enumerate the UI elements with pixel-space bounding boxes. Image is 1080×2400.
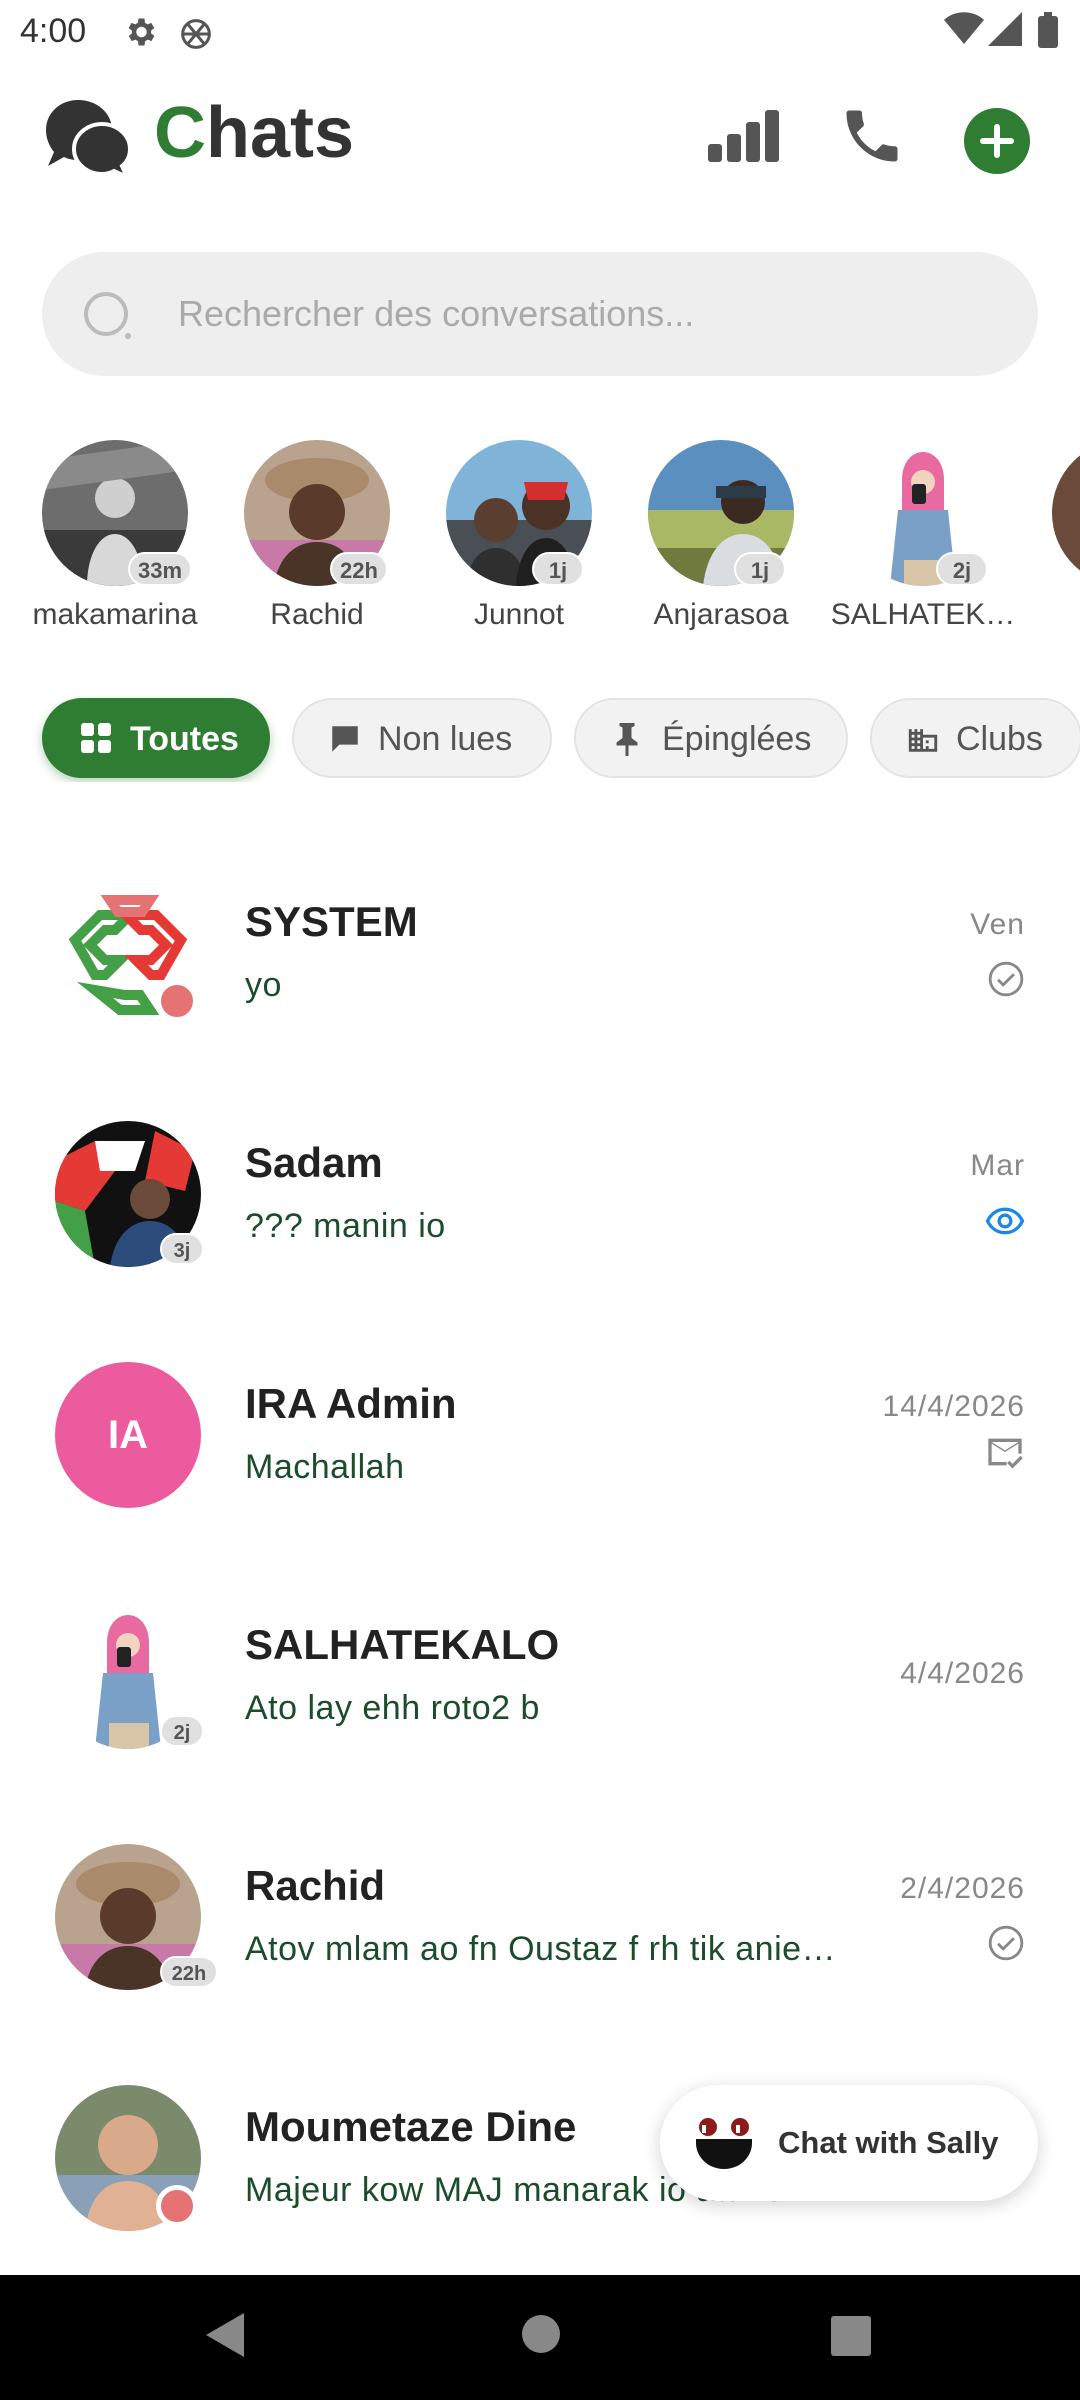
stories-strip[interactable]: 33m makamarina 22h Rachid 1j Junnot 1j A… xyxy=(0,438,1080,638)
chat-name: SYSTEM xyxy=(245,898,418,945)
building-icon xyxy=(906,722,940,765)
chat-last-message: yo xyxy=(245,966,282,1004)
chat-date: 2/4/2026 xyxy=(900,1872,1025,1905)
mail-check-icon xyxy=(985,1432,1025,1477)
story-avatar xyxy=(1052,440,1080,586)
chat-row[interactable]: SYSTEM yo Ven xyxy=(0,830,1080,1071)
cell-signal-icon xyxy=(988,12,1022,51)
chat-date: Ven xyxy=(970,908,1025,941)
chat-date: 14/4/2026 xyxy=(882,1390,1025,1423)
chat-row[interactable]: 3j Sadam ??? manin io Mar xyxy=(0,1071,1080,1312)
chat-name: Moumetaze Dine xyxy=(245,2103,577,2150)
chat-avatar-initials: IA xyxy=(55,1362,201,1508)
filter-chip-clubs[interactable]: Clubs xyxy=(870,698,1080,778)
chat-date: Mar xyxy=(970,1149,1025,1182)
filter-chips: Toutes Non lues Épinglées Clubs xyxy=(0,696,1080,782)
phone-icon xyxy=(846,110,898,162)
status-bar: 4:00 xyxy=(0,0,1080,64)
search-icon xyxy=(82,290,138,351)
chip-label: Toutes xyxy=(130,720,239,758)
chats-logo-icon xyxy=(44,94,134,183)
chat-name: SALHATEKALO xyxy=(245,1621,560,1668)
chat-last-message: Ato lay ehh roto2 b xyxy=(245,1689,540,1727)
status-time: 4:00 xyxy=(20,12,87,50)
app-header: Chats xyxy=(0,80,1080,190)
story-age-badge: 22h xyxy=(330,552,388,586)
home-icon[interactable] xyxy=(520,2313,562,2360)
story-age-badge: 1j xyxy=(734,552,786,586)
chat-last-message: Machallah xyxy=(245,1448,405,1486)
filter-chip-toutes[interactable]: Toutes xyxy=(42,698,270,778)
sent-check-icon xyxy=(987,1924,1025,1967)
chat-row[interactable]: 22h Rachid Atov mlam ao fn Oustaz f rh t… xyxy=(0,1794,1080,2035)
chat-list: SYSTEM yo Ven 3j Sadam ??? manin io Mar xyxy=(0,830,1080,2275)
search-bar[interactable] xyxy=(42,252,1038,376)
filter-chip-epinglees[interactable]: Épinglées xyxy=(574,698,848,778)
sent-check-icon xyxy=(987,960,1025,1003)
chat-row[interactable]: 2j SALHATEKALO Ato lay ehh roto2 b 4/4/2… xyxy=(0,1553,1080,1794)
sally-label: Chat with Sally xyxy=(778,2125,999,2160)
story-name: Rachid xyxy=(270,598,364,631)
chat-date: 4/4/2026 xyxy=(900,1657,1025,1690)
story-age-badge: 33m xyxy=(128,552,193,586)
recents-icon[interactable] xyxy=(830,2315,872,2362)
plus-icon xyxy=(964,108,1030,174)
chat-last-message: ??? manin io xyxy=(245,1207,446,1245)
story-name: Anjarasoa xyxy=(653,598,789,631)
app-knot-icon xyxy=(176,14,216,59)
search-input[interactable] xyxy=(178,282,978,346)
story-item[interactable] xyxy=(1010,438,1080,638)
chat-name: Rachid xyxy=(245,1862,386,1909)
story-item[interactable]: 33m makamarina xyxy=(0,438,200,638)
story-item[interactable]: 1j Junnot xyxy=(404,438,604,638)
settings-icon xyxy=(122,14,158,55)
chat-name: Sadam xyxy=(245,1139,383,1186)
chat-with-sally-button[interactable]: Chat with Sally xyxy=(660,2085,1038,2201)
chat-last-message: Atov mlam ao fn Oustaz f rh tik anie… xyxy=(245,1930,837,1968)
story-age-badge: 22h xyxy=(160,1956,218,1988)
back-icon[interactable] xyxy=(204,2311,246,2364)
story-age-badge: 2j xyxy=(160,1715,204,1747)
story-name: makamarina xyxy=(32,598,198,631)
sally-face-icon xyxy=(696,2117,752,2174)
story-name: SALHATEK… xyxy=(830,598,1016,631)
system-nav-bar xyxy=(0,2275,1080,2400)
chat-name: IRA Admin xyxy=(245,1380,457,1427)
bar-chart-icon xyxy=(708,110,779,162)
grid-icon xyxy=(80,722,112,763)
story-item[interactable]: 2j SALHATEK… xyxy=(808,438,1015,638)
chip-label: Non lues xyxy=(378,720,513,758)
story-name: Junnot xyxy=(473,598,565,631)
stats-button[interactable] xyxy=(708,110,780,167)
chat-row[interactable]: IA IRA Admin Machallah 14/4/2026 xyxy=(0,1312,1080,1553)
story-age-badge: 1j xyxy=(532,552,584,586)
filter-chip-non-lues[interactable]: Non lues xyxy=(292,698,552,778)
chat-bubble-icon xyxy=(328,722,362,765)
online-status-dot xyxy=(156,2185,198,2227)
online-status-dot xyxy=(156,980,198,1022)
new-chat-button[interactable] xyxy=(964,108,1030,179)
pin-icon xyxy=(612,720,642,765)
wifi-icon xyxy=(944,12,984,51)
call-button[interactable] xyxy=(838,102,906,175)
story-age-badge: 2j xyxy=(936,552,988,586)
chip-label: Épinglées xyxy=(662,720,812,758)
story-item[interactable]: 1j Anjarasoa xyxy=(606,438,806,638)
page-title: Chats xyxy=(154,93,355,173)
story-item[interactable]: 22h Rachid xyxy=(202,438,402,638)
story-age-badge: 3j xyxy=(160,1233,204,1265)
battery-icon xyxy=(1038,12,1058,53)
seen-eye-icon xyxy=(985,1201,1025,1246)
chip-label: Clubs xyxy=(956,720,1043,758)
